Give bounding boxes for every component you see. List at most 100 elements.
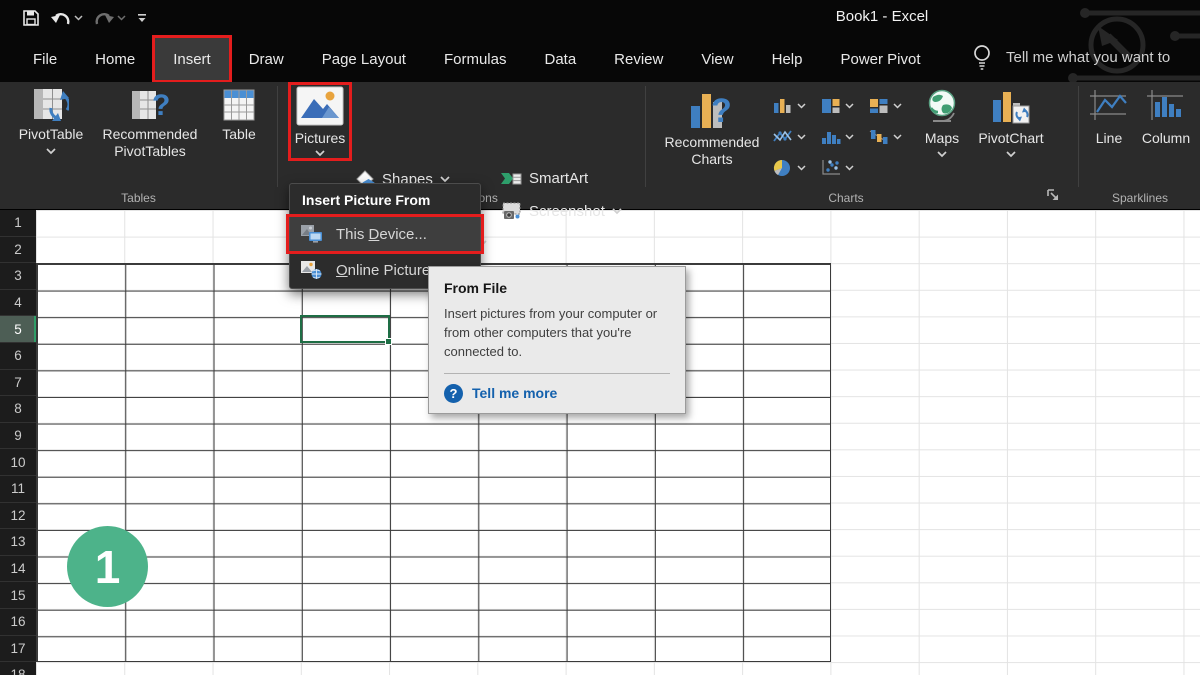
row-header-3[interactable]: 3 bbox=[0, 263, 36, 290]
statistic-chart-button[interactable] bbox=[820, 121, 868, 152]
smartart-button[interactable]: SmartArt bbox=[500, 170, 588, 187]
excel-window: Book1 - Excel FileHomeInsertDrawPage Lay… bbox=[0, 0, 1200, 675]
tab-page-layout[interactable]: Page Layout bbox=[303, 36, 425, 82]
recommended-charts-label: Recommended Charts bbox=[656, 134, 768, 168]
chevron-down-icon bbox=[440, 176, 450, 183]
tab-file[interactable]: File bbox=[14, 36, 76, 82]
pivottable-button[interactable]: PivotTable bbox=[12, 88, 90, 155]
tab-data[interactable]: Data bbox=[525, 36, 595, 82]
online-pictures-icon bbox=[300, 260, 324, 280]
row-header-4[interactable]: 4 bbox=[0, 290, 36, 317]
row-header-6[interactable]: 6 bbox=[0, 343, 36, 370]
row-header-16[interactable]: 16 bbox=[0, 609, 36, 636]
save-button[interactable] bbox=[22, 9, 40, 27]
tab-review[interactable]: Review bbox=[595, 36, 682, 82]
maps-icon bbox=[923, 88, 961, 126]
bar-chart-icon bbox=[820, 97, 842, 114]
selected-cell[interactable] bbox=[300, 315, 390, 343]
chevron-down-icon bbox=[315, 150, 325, 157]
sparkline-column-label: Column bbox=[1142, 130, 1190, 147]
row-header-14[interactable]: 14 bbox=[0, 556, 36, 583]
group-separator bbox=[1078, 86, 1079, 187]
recommended-charts-button[interactable]: ? Recommended Charts bbox=[656, 88, 768, 168]
chevron-down-icon bbox=[845, 165, 854, 171]
sparkline-line-button[interactable]: Line bbox=[1084, 88, 1134, 147]
pivotchart-label: PivotChart bbox=[978, 130, 1043, 147]
this-device-icon bbox=[300, 224, 324, 244]
recommended-pivottables-button[interactable]: ? Recommended PivotTables bbox=[92, 88, 208, 160]
waterfall-chart-button[interactable] bbox=[868, 121, 916, 152]
ribbon: PivotTable ? Recommended PivotTables Tab… bbox=[0, 82, 1200, 210]
tab-home[interactable]: Home bbox=[76, 36, 154, 82]
statistic-chart-icon bbox=[820, 128, 842, 145]
row-header-13[interactable]: 13 bbox=[0, 529, 36, 556]
menu-item-label: This Device... bbox=[336, 226, 427, 243]
help-icon: ? bbox=[444, 384, 463, 403]
row-header-5[interactable]: 5 bbox=[0, 316, 36, 343]
chevron-down-icon bbox=[46, 148, 56, 155]
tab-draw[interactable]: Draw bbox=[230, 36, 303, 82]
redo-button[interactable] bbox=[93, 8, 126, 28]
row-header-1[interactable]: 1 bbox=[0, 210, 36, 237]
pictures-button[interactable]: Pictures bbox=[292, 86, 348, 157]
tooltip-title: From File bbox=[444, 280, 670, 296]
chevron-down-icon bbox=[74, 15, 83, 21]
group-separator bbox=[277, 86, 278, 187]
tab-formulas[interactable]: Formulas bbox=[425, 36, 526, 82]
tooltip-body: Insert pictures from your computer or fr… bbox=[444, 305, 670, 362]
tell-me-more-label: Tell me more bbox=[472, 385, 557, 401]
row-header-11[interactable]: 11 bbox=[0, 476, 36, 503]
menu-item-this-device[interactable]: This Device... bbox=[290, 216, 480, 252]
pivotchart-button[interactable]: PivotChart bbox=[972, 88, 1050, 158]
row-header-2[interactable]: 2 bbox=[0, 237, 36, 264]
row-header-15[interactable]: 15 bbox=[0, 582, 36, 609]
svg-text:?: ? bbox=[711, 92, 732, 130]
sparkline-column-button[interactable]: Column bbox=[1136, 88, 1196, 147]
step-annotation: 1 bbox=[67, 526, 148, 607]
recommended-pivottables-label: Recommended PivotTables bbox=[92, 126, 208, 160]
column-chart-button[interactable] bbox=[772, 90, 820, 121]
maps-button[interactable]: Maps bbox=[916, 88, 968, 158]
chart-type-grid bbox=[772, 90, 916, 183]
tab-help[interactable]: Help bbox=[753, 36, 822, 82]
row-header-18[interactable]: 18 bbox=[0, 662, 36, 675]
hierarchy-chart-button[interactable] bbox=[868, 90, 916, 121]
row-header-7[interactable]: 7 bbox=[0, 370, 36, 397]
tab-view[interactable]: View bbox=[682, 36, 752, 82]
chevron-down-icon bbox=[845, 134, 854, 140]
tab-insert[interactable]: Insert bbox=[154, 36, 230, 82]
line-chart-button[interactable] bbox=[772, 121, 820, 152]
charts-group-label: Charts bbox=[656, 191, 1036, 205]
row-header-10[interactable]: 10 bbox=[0, 449, 36, 476]
undo-icon bbox=[50, 8, 72, 28]
customize-quick-access-button[interactable] bbox=[136, 13, 148, 23]
chevron-down-icon bbox=[797, 165, 806, 171]
row-header-17[interactable]: 17 bbox=[0, 636, 36, 663]
insert-picture-menu-header: Insert Picture From bbox=[290, 184, 480, 216]
row-header-8[interactable]: 8 bbox=[0, 396, 36, 423]
scatter-chart-button[interactable] bbox=[820, 152, 868, 183]
ribbon-tabs: FileHomeInsertDrawPage LayoutFormulasDat… bbox=[14, 36, 940, 82]
tables-group-label: Tables bbox=[0, 191, 277, 205]
tell-me-search[interactable]: Tell me what you want to bbox=[972, 44, 1170, 71]
line-chart-icon bbox=[772, 128, 794, 145]
row-header-12[interactable]: 12 bbox=[0, 503, 36, 530]
column-chart-icon bbox=[772, 97, 794, 114]
table-button[interactable]: Table bbox=[208, 88, 270, 143]
tab-power-pivot[interactable]: Power Pivot bbox=[821, 36, 939, 82]
pivotchart-icon bbox=[991, 88, 1031, 126]
fill-handle[interactable] bbox=[385, 338, 392, 345]
row-header-9[interactable]: 9 bbox=[0, 423, 36, 450]
charts-dialog-launcher[interactable] bbox=[1046, 188, 1061, 208]
pie-chart-button[interactable] bbox=[772, 152, 820, 183]
undo-button[interactable] bbox=[50, 8, 83, 28]
chevron-down-icon bbox=[893, 103, 902, 109]
chevron-down-icon bbox=[117, 15, 126, 21]
from-file-tooltip: From File Insert pictures from your comp… bbox=[428, 266, 686, 414]
chevron-down-icon bbox=[1006, 151, 1016, 158]
chevron-down-icon bbox=[937, 151, 947, 158]
pictures-icon bbox=[296, 86, 344, 126]
smartart-icon bbox=[500, 170, 522, 187]
tell-me-more-link[interactable]: ? Tell me more bbox=[444, 384, 670, 403]
bar-chart-button[interactable] bbox=[820, 90, 868, 121]
